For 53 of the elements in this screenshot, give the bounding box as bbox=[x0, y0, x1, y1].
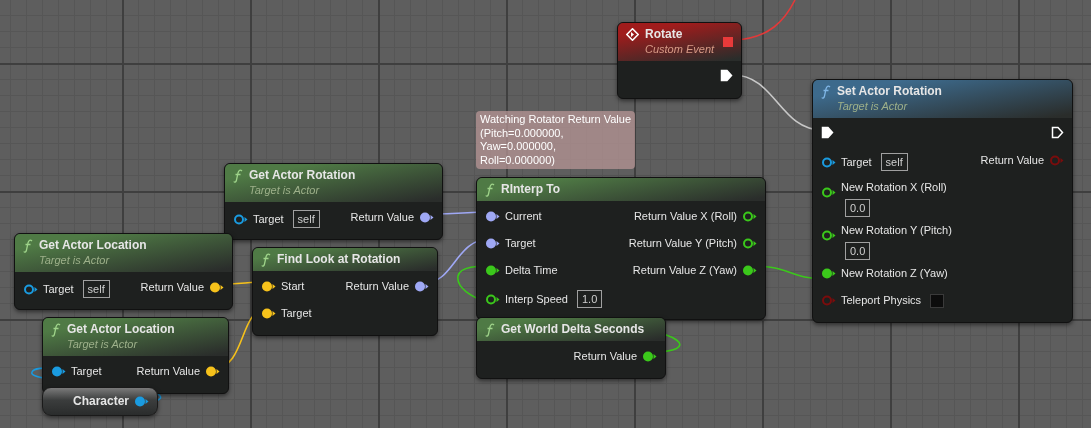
value-field[interactable]: 0.0 bbox=[845, 199, 871, 217]
pin-label: Target bbox=[281, 306, 312, 321]
pin-label: Return Value Y (Pitch) bbox=[628, 236, 737, 251]
node-subtitle: Target is Actor bbox=[249, 183, 321, 198]
node-subtitle: Target is Actor bbox=[39, 253, 111, 268]
node-subtitle: Target is Actor bbox=[67, 337, 139, 352]
pin-label: New Rotation X (Roll) bbox=[841, 180, 947, 195]
pin-label: Delta Time bbox=[505, 263, 558, 278]
watch-bubble: Watching Rotator Return Value (Pitch=0.000000, Yaw=0.000000, Roll=0.000000) bbox=[476, 111, 636, 169]
pin-label: Return Value bbox=[140, 280, 204, 295]
pin-label: Teleport Physics bbox=[841, 293, 922, 308]
blueprint-node[interactable]: Find Look at Rotation Start Return Value Target bbox=[252, 247, 438, 336]
node-title: RInterp To bbox=[501, 182, 561, 197]
node-title: Rotate bbox=[645, 27, 684, 42]
node-title: Get World Delta Seconds bbox=[501, 322, 645, 337]
value-field[interactable]: self bbox=[292, 210, 320, 228]
blueprint-node[interactable]: Rotate Custom Event bbox=[617, 22, 742, 99]
pin-label: Return Value Z (Yaw) bbox=[632, 263, 737, 278]
blueprint-node[interactable]: Get Actor Location Target is Actor Target self Return Value bbox=[14, 233, 233, 310]
value-field[interactable]: self bbox=[880, 153, 908, 171]
pin-label: Current bbox=[505, 209, 542, 224]
pin-label: Return Value X (Roll) bbox=[633, 209, 737, 224]
node-title: Set Actor Rotation bbox=[837, 84, 942, 99]
node-subtitle: Custom Event bbox=[645, 42, 715, 57]
blueprint-node[interactable]: RInterp To Current Return Value X (Roll) Target Return Value Y (Pitch) Delta Time Return Value Z (Yaw) Interp Speed 1.0 bbox=[476, 177, 766, 320]
value-field[interactable]: self bbox=[82, 280, 110, 298]
node-title: Character bbox=[72, 394, 129, 409]
pin-label: New Rotation Y (Pitch) bbox=[841, 223, 952, 238]
pin-label: Target bbox=[253, 211, 284, 227]
pin-label: Return Value bbox=[345, 279, 409, 294]
node-title: Get Actor Location bbox=[67, 322, 175, 337]
pin-label: Return Value bbox=[136, 364, 200, 379]
pin-label: New Rotation Z (Yaw) bbox=[841, 266, 948, 281]
value-field[interactable]: 0.0 bbox=[845, 242, 871, 260]
blueprint-node[interactable]: Get World Delta Seconds Return Value bbox=[476, 317, 666, 379]
pin-label: Target bbox=[71, 364, 102, 379]
blueprint-node[interactable]: Get Actor Rotation Target is Actor Target self Return Value bbox=[224, 163, 443, 240]
pin-label: Target bbox=[505, 236, 536, 251]
value-field[interactable]: 1.0 bbox=[577, 290, 603, 308]
variable-node[interactable]: Character bbox=[42, 387, 158, 416]
pin-label: Target bbox=[841, 154, 872, 170]
node-title: Get Actor Location bbox=[39, 238, 147, 253]
pin-label: Interp Speed bbox=[505, 291, 568, 307]
pin-label: Return Value bbox=[350, 210, 414, 225]
blueprint-node[interactable]: Get Actor Location Target is Actor Target Return Value bbox=[42, 317, 229, 394]
pin-label: Target bbox=[43, 281, 74, 297]
node-subtitle: Target is Actor bbox=[837, 99, 909, 114]
pin-label: Return Value bbox=[573, 349, 637, 364]
pin-label: Start bbox=[281, 279, 305, 294]
node-title: Get Actor Rotation bbox=[249, 168, 356, 183]
node-title: Find Look at Rotation bbox=[277, 252, 401, 267]
pin-label: Return Value bbox=[980, 153, 1044, 168]
blueprint-node[interactable]: Set Actor Rotation Target is Actor Target self Return Value New Rotation X (Roll) 0.0 New Rotation Y (Pitch) 0.0 New Rotation Z (Yaw) Teleport Physics bbox=[812, 79, 1073, 323]
